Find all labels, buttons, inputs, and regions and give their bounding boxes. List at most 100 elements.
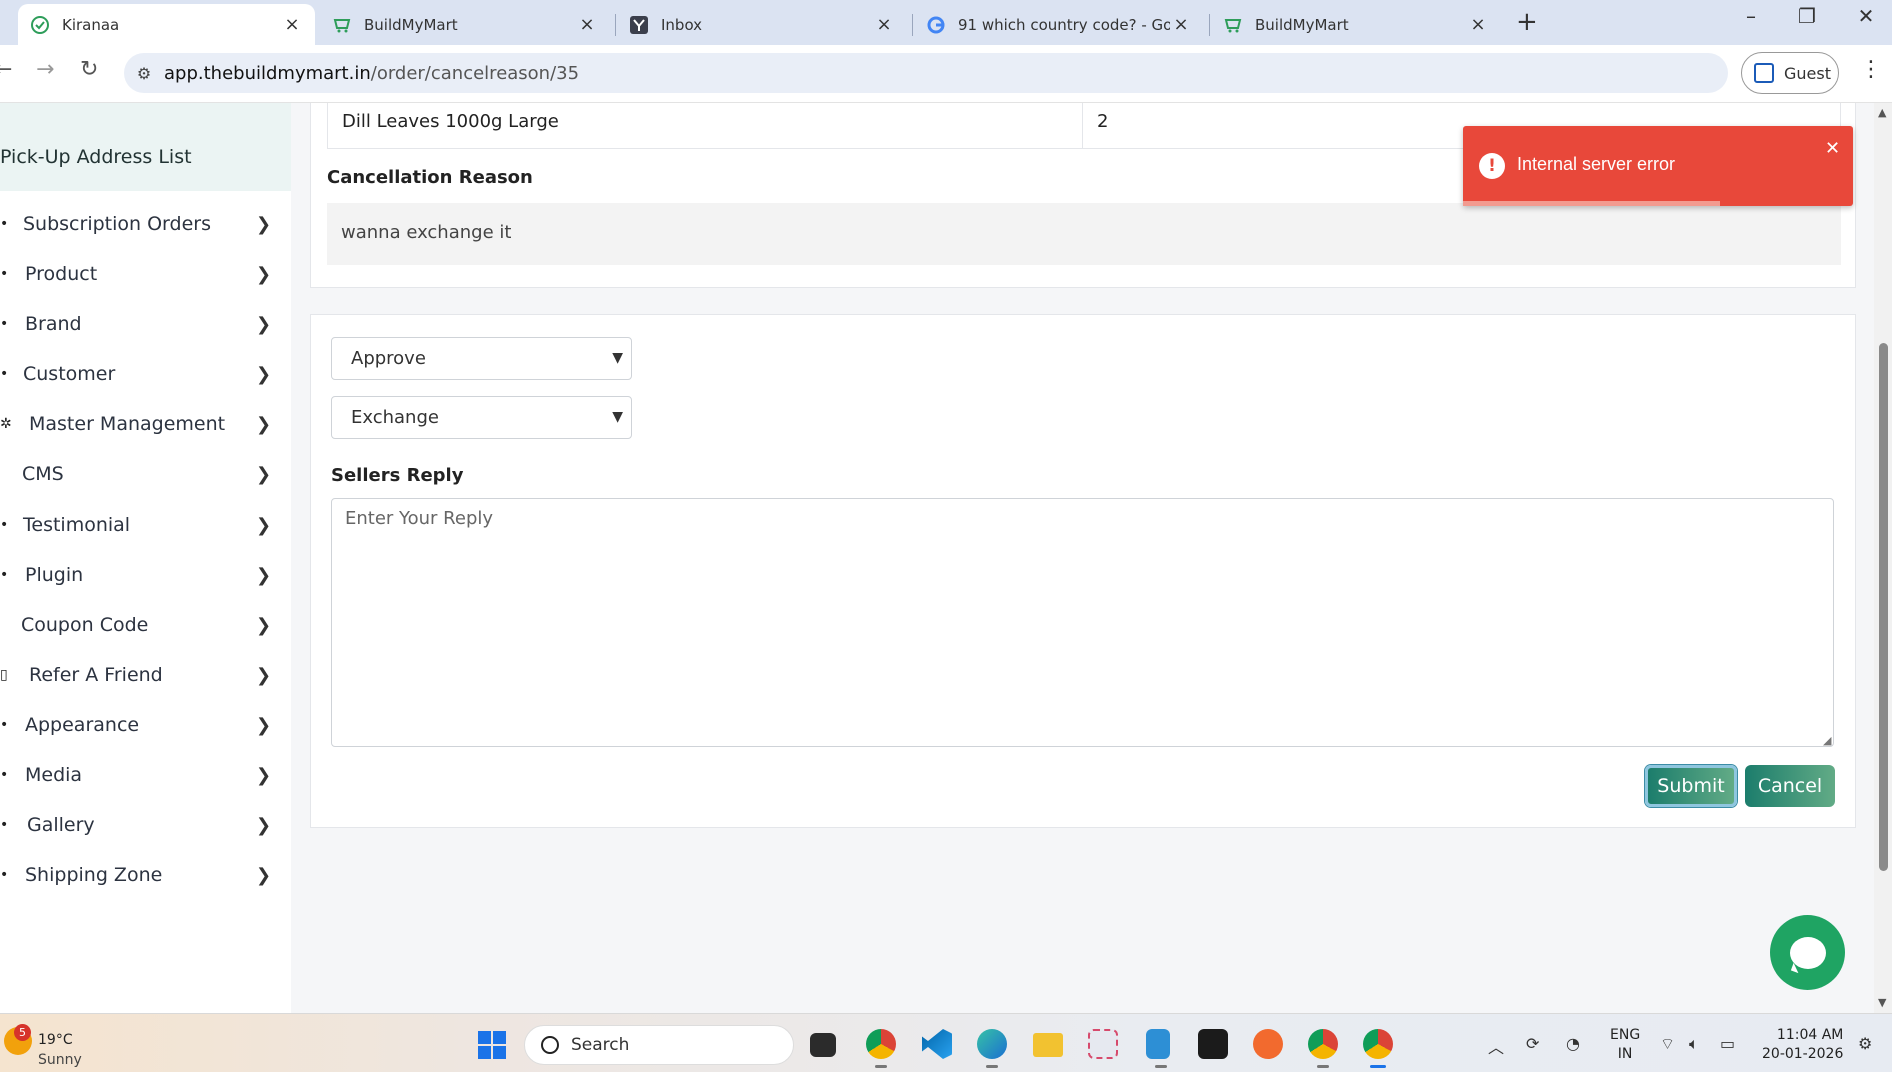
file-explorer-black-icon[interactable]: [810, 1033, 836, 1057]
region-code: IN: [1617, 1046, 1633, 1062]
profile-icon: [1754, 63, 1774, 83]
tray-chevron-up-icon[interactable]: ︿: [1488, 1034, 1504, 1058]
address-bar[interactable]: ⚙ app.thebuildmymart.in/order/cancelreas…: [124, 53, 1728, 93]
tab-separator: [1209, 14, 1210, 36]
sidebar-item-plugin[interactable]: • Plugin ❯: [0, 550, 291, 600]
chevron-right-icon: ❯: [256, 463, 272, 485]
chevron-down-icon: ▼: [612, 409, 623, 425]
reload-icon[interactable]: ↻: [80, 57, 98, 82]
tab-google[interactable]: 91 which country code? - Goog ×: [914, 4, 1204, 45]
tab-close-icon[interactable]: ×: [281, 14, 303, 35]
pen-app-icon[interactable]: [1253, 1029, 1283, 1059]
terminal-app-icon[interactable]: [1198, 1029, 1228, 1059]
sidebar-item-label: Refer A Friend: [29, 664, 163, 686]
tab-title: BuildMyMart: [364, 15, 458, 34]
tab-kiranaa[interactable]: Kiranaa ×: [18, 4, 315, 45]
sidebar-item-label: Customer: [23, 363, 116, 385]
chat-bubble-icon: [1789, 936, 1826, 969]
folder-icon[interactable]: [1033, 1033, 1063, 1057]
snipping-tool-icon[interactable]: [1088, 1029, 1118, 1059]
toast-message: Internal server error: [1517, 154, 1676, 174]
sync-icon[interactable]: ⟳: [1526, 1034, 1539, 1053]
check-circle-icon: [30, 15, 50, 35]
type-select[interactable]: Exchange ▼: [331, 396, 632, 439]
toast-close-icon[interactable]: ✕: [1825, 138, 1840, 159]
resize-handle-icon[interactable]: ◢: [1823, 734, 1831, 747]
tab-buildmymart-2[interactable]: BuildMyMart ×: [1211, 4, 1501, 45]
scroll-up-arrow-icon[interactable]: ▲: [1878, 106, 1886, 119]
minimize-icon[interactable]: –: [1731, 4, 1771, 28]
sidebar-item-label: CMS: [22, 463, 64, 485]
sidebar-item-pickup-address-list[interactable]: Pick-Up Address List: [0, 103, 291, 191]
volume-icon[interactable]: 🔈︎: [1689, 1034, 1699, 1054]
tab-buildmymart[interactable]: BuildMyMart ×: [320, 4, 610, 45]
language-indicator[interactable]: ENG IN: [1610, 1026, 1640, 1064]
taskbar-clock[interactable]: 11:04 AM 20-01-2026: [1762, 1026, 1843, 1064]
tab-close-icon[interactable]: ×: [873, 14, 895, 35]
sidebar-item-refer-a-friend[interactable]: ▯ Refer A Friend ❯: [0, 650, 291, 700]
sidebar-item-gallery[interactable]: • Gallery ❯: [0, 800, 291, 850]
profile-button[interactable]: Guest: [1741, 52, 1839, 94]
chevron-right-icon: ❯: [256, 714, 272, 736]
sidebar-item-product[interactable]: • Product ❯: [0, 249, 291, 299]
scroll-down-arrow-icon[interactable]: ▼: [1878, 996, 1886, 1009]
browser-menu-icon[interactable]: ⋮: [1860, 57, 1882, 82]
gear-icon: ✲: [0, 416, 12, 432]
sidebar-item-appearance[interactable]: • Appearance ❯: [0, 700, 291, 750]
forward-arrow-icon[interactable]: →: [36, 57, 54, 82]
network-status-icon[interactable]: ◔: [1566, 1034, 1580, 1053]
submit-button[interactable]: Submit: [1645, 765, 1737, 807]
windows-start-icon[interactable]: [478, 1031, 506, 1059]
clock-date: 20-01-2026: [1762, 1046, 1844, 1062]
tab-close-icon[interactable]: ×: [576, 14, 598, 35]
sidebar-item-brand[interactable]: • Brand ❯: [0, 299, 291, 349]
tab-close-icon[interactable]: ×: [1170, 14, 1192, 35]
tab-separator: [912, 14, 913, 36]
language-code: ENG: [1610, 1027, 1641, 1043]
sidebar-item-cms[interactable]: CMS ❯: [0, 449, 291, 499]
sidebar-item-testimonial[interactable]: • Testimonial ❯: [0, 500, 291, 550]
notification-bell-icon[interactable]: ⚙: [1858, 1034, 1872, 1053]
edge-icon[interactable]: [977, 1029, 1007, 1068]
sellers-reply-textarea[interactable]: [331, 498, 1834, 747]
chat-widget-button[interactable]: [1770, 915, 1845, 990]
windows-taskbar: 5 19°C Sunny Search ︿ ⟳ ◔ ENG IN ⌔ 🔈︎ ▭ …: [0, 1013, 1892, 1072]
menu-bullet-icon: •: [0, 316, 9, 332]
tab-close-icon[interactable]: ×: [1467, 14, 1489, 35]
sidebar-item-media[interactable]: • Media ❯: [0, 750, 291, 800]
sidebar-item-subscription-orders[interactable]: • Subscription Orders ❯: [0, 199, 291, 249]
back-arrow-icon[interactable]: ←: [0, 57, 12, 82]
chrome-icon-2[interactable]: [1308, 1029, 1338, 1068]
battery-icon[interactable]: ▭: [1720, 1034, 1735, 1053]
cancellation-reason-label: Cancellation Reason: [327, 167, 533, 188]
menu-bullet-icon: •: [0, 867, 9, 883]
seller-reply-card: Approve ▼ Exchange ▼ Sellers Reply ◢ Sub…: [310, 314, 1856, 828]
chrome-icon[interactable]: [866, 1029, 896, 1068]
status-select[interactable]: Approve ▼: [331, 337, 632, 380]
sidebar-item-label: Appearance: [25, 714, 140, 736]
chrome-icon-active[interactable]: [1363, 1029, 1393, 1068]
vscode-icon[interactable]: [922, 1029, 952, 1059]
window-close-icon[interactable]: ✕: [1846, 4, 1886, 28]
sidebar-item-label: Testimonial: [23, 514, 131, 536]
wifi-icon[interactable]: ⌔: [1660, 1034, 1675, 1054]
sidebar-item-master-management[interactable]: ✲ Master Management ❯: [0, 399, 291, 449]
restore-icon[interactable]: ❐: [1787, 4, 1827, 28]
sidebar-item-customer[interactable]: • Customer ❯: [0, 349, 291, 399]
sidebar-item-label: Pick-Up Address List: [0, 146, 192, 168]
sidebar-item-coupon-code[interactable]: Coupon Code ❯: [0, 600, 291, 650]
tab-inbox[interactable]: Inbox ×: [617, 4, 907, 45]
new-tab-plus-icon[interactable]: +: [1516, 7, 1538, 37]
sidebar-item-label: Gallery: [27, 814, 95, 836]
notepad-icon[interactable]: [1146, 1029, 1170, 1068]
sidebar-item-label: Subscription Orders: [23, 213, 211, 235]
product-name-cell: Dill Leaves 1000g Large: [328, 103, 1083, 148]
cancel-button[interactable]: Cancel: [1745, 765, 1835, 807]
taskbar-search[interactable]: Search: [524, 1025, 794, 1065]
sidebar-item-shipping-zone[interactable]: • Shipping Zone ❯: [0, 850, 291, 900]
menu-bullet-icon: •: [0, 817, 9, 833]
scrollbar-thumb[interactable]: [1879, 343, 1888, 871]
site-settings-icon[interactable]: ⚙: [124, 64, 164, 83]
profile-label: Guest: [1784, 63, 1831, 83]
error-toast: ! Internal server error ✕: [1463, 126, 1853, 206]
